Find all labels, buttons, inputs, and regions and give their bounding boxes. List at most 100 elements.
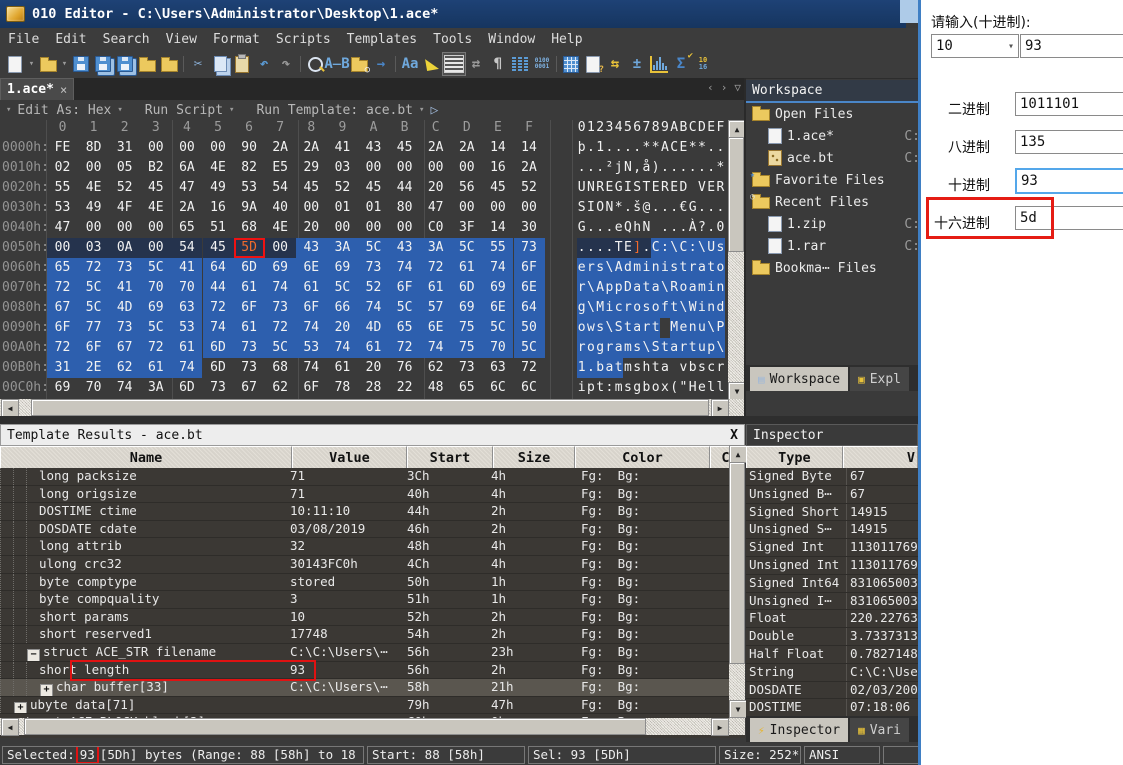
hex-ascii-cell[interactable]: :: [660, 238, 669, 258]
hex-ascii-cell[interactable]: t: [596, 378, 605, 398]
inspector-row[interactable]: Float220.22763: [746, 610, 918, 628]
hex-ascii-cell[interactable]: o: [577, 318, 586, 338]
hex-ascii-cell[interactable]: Q: [623, 218, 632, 238]
hex-ascii-cell[interactable]: w: [586, 318, 595, 338]
hex-ascii-cell[interactable]: p: [707, 338, 716, 358]
hex-ascii-cell[interactable]: .: [697, 158, 706, 178]
hex-byte-cell[interactable]: 47: [47, 218, 78, 238]
copy-button[interactable]: [209, 53, 231, 75]
hex-ascii-cell[interactable]: R: [670, 278, 679, 298]
hex-ascii-cell[interactable]: :: [605, 378, 614, 398]
hex-ascii-cell[interactable]: .: [679, 158, 688, 178]
template-row[interactable]: short length9356h2hFg:Bg:: [0, 662, 745, 680]
hex-byte-cell[interactable]: 68: [234, 218, 265, 238]
hex-byte-cell[interactable]: 70: [78, 378, 109, 398]
hex-byte-cell[interactable]: 4F: [109, 198, 140, 218]
hex-ascii-cell[interactable]: p: [586, 378, 595, 398]
hex-row[interactable]: 0030h:53494F4E2A169A400001018047000000SI…: [0, 198, 745, 218]
hex-ascii-cell[interactable]: n: [707, 298, 716, 318]
hex-byte-cell[interactable]: 53: [296, 338, 327, 358]
hex-row[interactable]: 0000h:FE8D31000000902A2A4143452A2A1414þ.…: [0, 138, 745, 158]
inspector-row[interactable]: Unsigned I⋯8310650038: [746, 593, 918, 611]
hex-byte-cell[interactable]: 00: [358, 218, 389, 238]
hex-byte-cell[interactable]: B2: [140, 158, 171, 178]
tree-item-ace-bt[interactable]: ace.btC:: [746, 147, 918, 169]
hex-ascii-cell[interactable]: \: [670, 238, 679, 258]
hex-ascii-cell[interactable]: r: [605, 338, 614, 358]
hex-byte-cell[interactable]: 20: [327, 318, 358, 338]
hex-ascii-cell[interactable]: P: [716, 318, 725, 338]
hex-ascii-cell[interactable]: s: [642, 298, 651, 318]
hex-ascii-cell[interactable]: s: [596, 318, 605, 338]
hex-byte-cell[interactable]: 00: [78, 218, 109, 238]
hex-byte-cell[interactable]: 43: [296, 238, 327, 258]
hex-byte-cell[interactable]: 67: [47, 298, 78, 318]
hex-ascii-cell[interactable]: \: [707, 318, 716, 338]
hex-byte-cell[interactable]: 3A: [420, 238, 451, 258]
panel-tab-expl[interactable]: ▣Expl: [850, 367, 909, 391]
save-as-button[interactable]: [92, 53, 114, 75]
hex-byte-cell[interactable]: 6E: [482, 298, 513, 318]
hex-ascii-cell[interactable]: \: [605, 318, 614, 338]
converter-result-field-1[interactable]: 135: [1015, 130, 1123, 154]
inspector-row[interactable]: Signed Byte67: [746, 468, 918, 486]
menu-edit[interactable]: Edit: [47, 32, 94, 47]
hex-byte-cell[interactable]: 69: [265, 258, 296, 278]
hex-ascii-cell[interactable]: 0: [716, 218, 725, 238]
hex-ascii-cell[interactable]: s: [697, 358, 706, 378]
hex-byte-cell[interactable]: 00: [296, 198, 327, 218]
hex-byte-cell[interactable]: 67: [234, 378, 265, 398]
endian-swap-button[interactable]: ⇄: [465, 53, 487, 75]
template-row[interactable]: byte compquality351h1hFg:Bg:: [0, 591, 745, 609]
hex-ascii-cell[interactable]: N: [642, 218, 651, 238]
inspector-row[interactable]: Half Float0.7827148: [746, 646, 918, 664]
converter-result-field-0[interactable]: 1011101: [1015, 92, 1123, 116]
inspector-row[interactable]: DOSDATE02/03/2009: [746, 682, 918, 700]
menu-tools[interactable]: Tools: [425, 32, 480, 47]
hex-ascii-cell[interactable]: r: [642, 318, 651, 338]
hex-byte-cell[interactable]: 72: [265, 318, 296, 338]
hex-byte-cell[interactable]: 6D: [203, 338, 234, 358]
expand-icon[interactable]: +: [40, 684, 53, 696]
scroll-right-icon[interactable]: ▶: [711, 718, 729, 736]
hex-byte-cell[interactable]: 90: [234, 138, 265, 158]
hex-ascii-cell[interactable]: E: [670, 178, 679, 198]
converter-result-field-3[interactable]: 5d: [1015, 206, 1123, 230]
template-help-button[interactable]: ?: [582, 53, 604, 75]
hex-ascii-cell[interactable]: o: [651, 378, 660, 398]
hex-byte-cell[interactable]: 3A: [140, 378, 171, 398]
find-in-files-button[interactable]: ○: [348, 53, 370, 75]
hex-byte-cell[interactable]: 53: [234, 178, 265, 198]
hex-byte-cell[interactable]: 14: [514, 138, 545, 158]
inspector-row[interactable]: Unsigned Int1130117699: [746, 557, 918, 575]
hex-ascii-cell[interactable]: o: [651, 298, 660, 318]
hex-byte-cell[interactable]: 45: [296, 178, 327, 198]
hex-byte-cell[interactable]: 00: [140, 238, 171, 258]
tree-item-favorite-files[interactable]: ★Favorite Files: [746, 169, 918, 191]
hex-byte-cell[interactable]: 00: [451, 158, 482, 178]
find-button[interactable]: [304, 53, 326, 75]
hex-byte-cell[interactable]: 61: [234, 278, 265, 298]
hex-byte-cell[interactable]: 52: [358, 278, 389, 298]
template-col-header-value[interactable]: Value: [292, 446, 407, 468]
hex-ascii-cell[interactable]: i: [577, 378, 586, 398]
hex-byte-cell[interactable]: 70: [482, 338, 513, 358]
hex-ascii-cell[interactable]: .: [577, 238, 586, 258]
hex-byte-cell[interactable]: 61: [451, 258, 482, 278]
hex-byte-cell[interactable]: 41: [171, 258, 202, 278]
hex-byte-cell[interactable]: 5C: [327, 278, 358, 298]
hex-byte-cell[interactable]: 6D: [203, 358, 234, 378]
hex-ascii-cell[interactable]: G: [614, 178, 623, 198]
hex-ascii-cell[interactable]: C: [651, 238, 660, 258]
paste-button[interactable]: [231, 53, 253, 75]
hex-byte-cell[interactable]: 8D: [78, 138, 109, 158]
expand-icon[interactable]: +: [14, 702, 27, 714]
hex-ascii-cell[interactable]: p: [614, 278, 623, 298]
hex-ascii-cell[interactable]: .: [707, 198, 716, 218]
hex-byte-cell[interactable]: 62: [265, 378, 296, 398]
menu-help[interactable]: Help: [543, 32, 590, 47]
hex-byte-cell[interactable]: 72: [203, 298, 234, 318]
template-row[interactable]: +ubyte data[71]79h47hFg:Bg:: [0, 697, 745, 715]
hex-ascii-cell[interactable]: v: [679, 358, 688, 378]
hex-ascii-cell[interactable]: m: [623, 358, 632, 378]
